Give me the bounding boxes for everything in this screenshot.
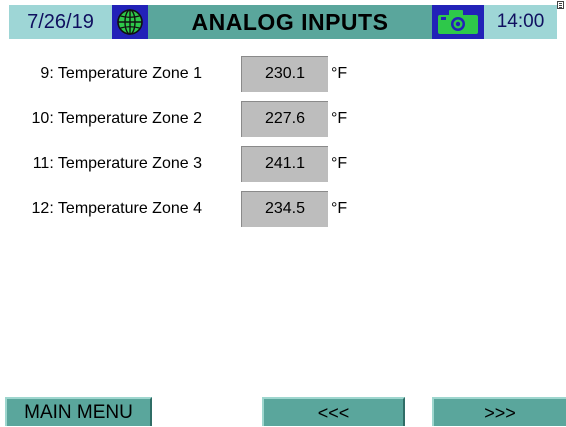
header-bar: 7/26/19 ANALOG INPUTS 14:00 (0, 0, 566, 44)
input-label: 9: Temperature Zone 1 (40, 65, 202, 82)
input-unit: °F (331, 200, 348, 217)
list-item: 12: Temperature Zone 4 234.5 °F (0, 191, 566, 227)
screenshot-button[interactable] (432, 5, 484, 39)
input-value: 227.6 (241, 101, 328, 137)
globe-icon (117, 9, 143, 35)
input-value: 241.1 (241, 146, 328, 182)
list-item: 10: Temperature Zone 2 227.6 °F (0, 101, 566, 137)
list-item: 9: Temperature Zone 1 230.1 °F (0, 56, 566, 92)
language-button[interactable] (112, 5, 148, 39)
previous-page-button[interactable]: <<< (262, 397, 405, 426)
notes-icon[interactable] (557, 1, 564, 9)
input-label: 11: Temperature Zone 3 (32, 155, 202, 172)
main-menu-button[interactable]: MAIN MENU (5, 397, 152, 426)
camera-icon (438, 10, 478, 34)
input-unit: °F (331, 155, 348, 172)
input-label: 10: Temperature Zone 2 (31, 110, 202, 127)
input-value: 234.5 (241, 191, 328, 227)
analog-input-list: 9: Temperature Zone 1 230.1 °F 10: Tempe… (0, 56, 566, 236)
input-value: 230.1 (241, 56, 328, 92)
input-unit: °F (331, 65, 348, 82)
next-page-button[interactable]: >>> (432, 397, 566, 426)
page-title: ANALOG INPUTS (148, 5, 432, 39)
date-display: 7/26/19 (9, 5, 112, 39)
input-unit: °F (331, 110, 348, 127)
list-item: 11: Temperature Zone 3 241.1 °F (0, 146, 566, 182)
input-label: 12: Temperature Zone 4 (31, 200, 202, 217)
time-display: 14:00 (484, 5, 557, 39)
